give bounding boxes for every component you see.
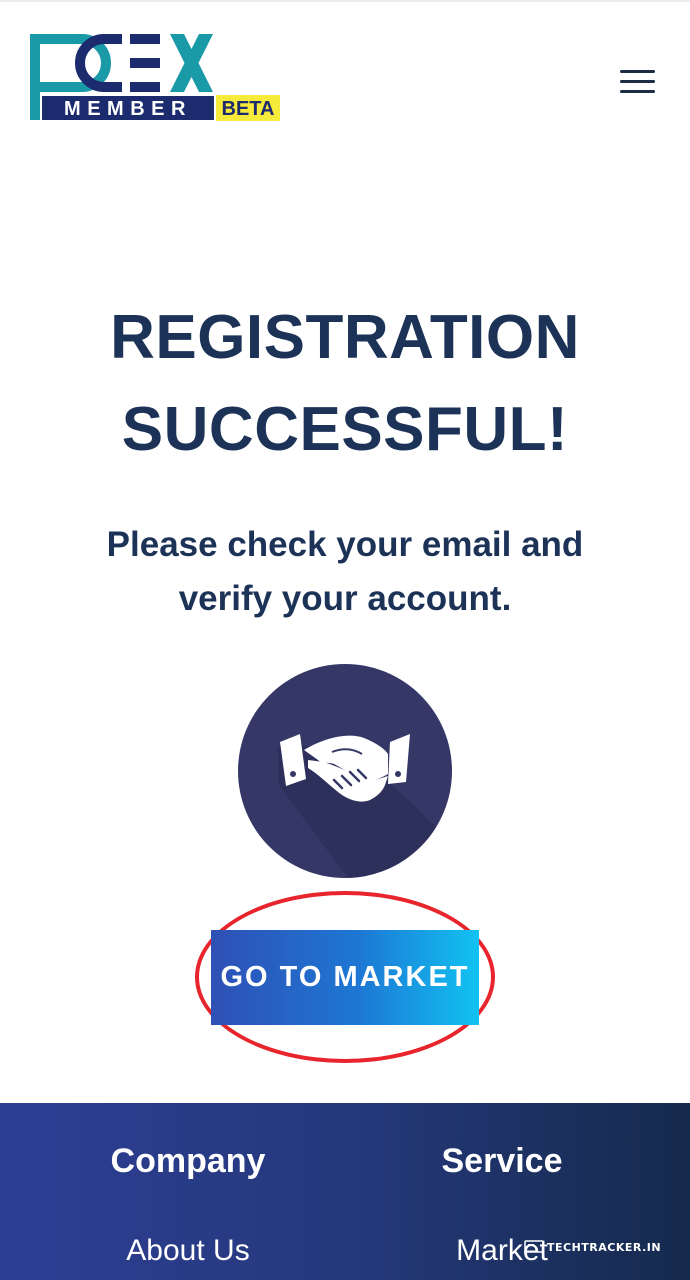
watermark-text: TECHTRACKER.IN: [547, 1240, 662, 1254]
pcex-member-logo[interactable]: MEMBER BETA: [30, 34, 282, 122]
app-header: MEMBER BETA: [0, 0, 690, 150]
footer-service-heading: Service: [441, 1142, 563, 1180]
logo-graphic: MEMBER BETA: [30, 34, 280, 121]
title-line-1: REGISTRATION: [110, 303, 580, 372]
menu-line: [620, 70, 655, 73]
screen-icon: [524, 1240, 544, 1253]
hamburger-menu-icon[interactable]: [612, 64, 662, 104]
footer-link-about-us[interactable]: About Us: [38, 1229, 338, 1273]
menu-line: [620, 90, 655, 93]
logo-beta-badge: BETA: [222, 98, 275, 120]
page-title: REGISTRATION SUCCESSFUL!: [0, 292, 690, 476]
title-line-2: SUCCESSFUL!: [121, 395, 569, 464]
logo-member-text: MEMBER: [64, 98, 192, 120]
techtracker-watermark: TECHTRACKER.IN: [524, 1237, 661, 1257]
go-to-market-button[interactable]: GO TO MARKET: [211, 930, 479, 1025]
verify-email-message: Please check your email and verify your …: [106, 525, 584, 618]
footer-company-heading: Company: [110, 1142, 266, 1180]
handshake-icon: [238, 664, 452, 878]
menu-line: [620, 80, 655, 83]
